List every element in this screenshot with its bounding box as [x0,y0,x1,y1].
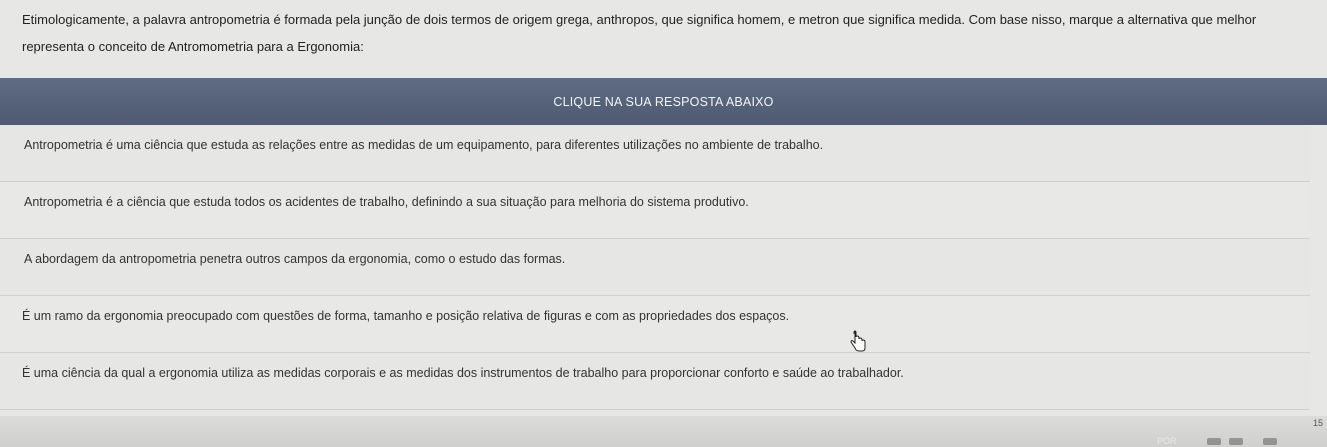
taskbar [0,416,1327,447]
hand-cursor-icon [850,330,866,352]
answer-option-5[interactable]: É uma ciência da qual a ergonomia utiliz… [0,353,1310,410]
answer-option-text: A abordagem da antropometria penetra out… [24,252,566,266]
network-icon[interactable] [1207,438,1221,445]
answer-option-3[interactable]: A abordagem da antropometria penetra out… [0,239,1310,296]
language-indicator[interactable]: POR [1157,436,1177,446]
answer-option-text: Antropometria é a ciência que estuda tod… [24,195,749,209]
question-line-2: representa o conceito de Antromometria p… [22,39,364,54]
answer-option-text: É um ramo da ergonomia preocupado com qu… [22,309,790,323]
answer-option-text: É uma ciência da qual a ergonomia utiliz… [22,366,904,380]
question-line-1: Etimologicamente, a palavra antropometri… [22,12,1257,27]
answer-header-label: CLIQUE NA SUA RESPOSTA ABAIXO [553,94,774,109]
clock[interactable]: 15 [1313,418,1323,428]
answer-option-2[interactable]: Antropometria é a ciência que estuda tod… [0,182,1310,239]
system-tray: POR 15 [1137,416,1327,447]
answer-option-1[interactable]: Antropometria é uma ciência que estuda a… [0,125,1310,182]
answer-option-text: Antropometria é uma ciência que estuda a… [24,138,824,152]
battery-icon[interactable] [1263,438,1277,445]
answer-option-4[interactable]: É um ramo da ergonomia preocupado com qu… [0,296,1310,353]
answer-header: CLIQUE NA SUA RESPOSTA ABAIXO [0,78,1327,125]
question-text: Etimologicamente, a palavra antropometri… [22,6,1312,60]
volume-icon[interactable] [1229,438,1243,445]
answer-options-list: Antropometria é uma ciência que estuda a… [0,125,1310,410]
